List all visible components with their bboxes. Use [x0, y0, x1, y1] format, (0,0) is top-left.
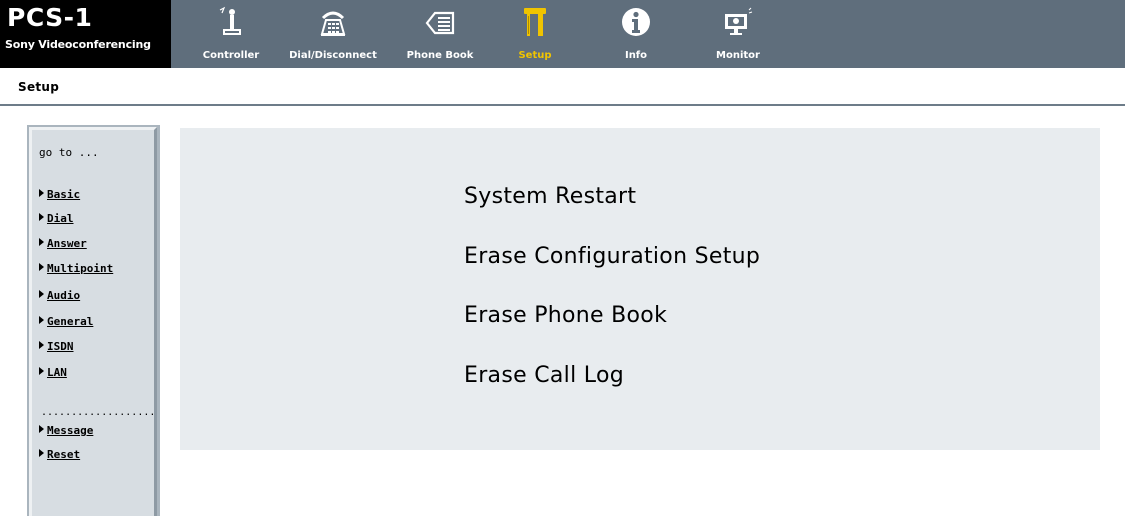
brand-title: PCS-1 [7, 3, 93, 32]
sidebar-item-lan[interactable]: LAN [39, 366, 67, 382]
triangle-right-icon [39, 238, 44, 246]
system-restart-button[interactable]: System Restart [464, 184, 636, 209]
phone-book-icon [425, 11, 455, 35]
sidebar-item-label[interactable]: Multipoint [47, 262, 113, 275]
sidebar-item-label[interactable]: ISDN [47, 340, 74, 353]
sidebar-item-general[interactable]: General [39, 315, 93, 331]
sidebar-item-label[interactable]: Basic [47, 188, 80, 201]
triangle-right-icon [39, 213, 44, 221]
sidebar-item-basic[interactable]: Basic [39, 188, 80, 204]
triangle-right-icon [39, 367, 44, 375]
triangle-right-icon [39, 316, 44, 324]
nav-label: Phone Book [406, 50, 474, 61]
info-icon [622, 8, 650, 36]
sidebar-item-label[interactable]: Dial [47, 212, 74, 225]
main-panel: System Restart Erase Configuration Setup… [180, 128, 1100, 450]
erase-configuration-setup-button[interactable]: Erase Configuration Setup [464, 244, 760, 269]
nav-label: Setup [518, 50, 552, 61]
nav-monitor[interactable]: Monitor [703, 0, 773, 68]
sidebar-item-multipoint[interactable]: Multipoint [39, 262, 113, 278]
brand-block: PCS-1 Sony Videoconferencing [0, 0, 171, 68]
nav-label: Controller [202, 50, 260, 61]
monitor-icon [725, 7, 753, 35]
controller-icon [219, 6, 241, 35]
triangle-right-icon [39, 449, 44, 457]
dial-icon [320, 11, 346, 36]
page-title: Setup [18, 80, 60, 94]
nav-setup[interactable]: Setup [505, 0, 565, 68]
top-nav-bar: PCS-1 Sony Videoconferencing Controller … [0, 0, 1125, 68]
triangle-right-icon [39, 189, 44, 197]
triangle-right-icon [39, 341, 44, 349]
sidebar-item-answer[interactable]: Answer [39, 237, 87, 253]
nav-label: Monitor [716, 50, 760, 61]
sidebar-item-label[interactable]: Audio [47, 289, 80, 302]
sidebar-item-isdn[interactable]: ISDN [39, 340, 74, 356]
sidebar-heading: go to ... [39, 146, 99, 159]
erase-phone-book-button[interactable]: Erase Phone Book [464, 303, 667, 328]
nav-info[interactable]: Info [606, 0, 666, 68]
setup-icon [524, 8, 546, 36]
erase-call-log-button[interactable]: Erase Call Log [464, 363, 624, 388]
triangle-right-icon [39, 290, 44, 298]
sidebar-item-label[interactable]: General [47, 315, 93, 328]
sidebar-item-label[interactable]: Message [47, 424, 93, 437]
sidebar-item-dial[interactable]: Dial [39, 212, 74, 228]
sidebar-item-reset[interactable]: Reset [39, 448, 80, 464]
title-divider [0, 104, 1125, 106]
sidebar-item-audio[interactable]: Audio [39, 289, 80, 305]
nav-controller[interactable]: Controller [196, 0, 266, 68]
triangle-right-icon [39, 263, 44, 271]
nav-phone-book[interactable]: Phone Book [400, 0, 480, 68]
nav-label: Info [624, 50, 648, 61]
nav-label: Dial/Disconnect [289, 50, 377, 61]
sidebar-item-label[interactable]: Answer [47, 237, 87, 250]
nav-dial-disconnect[interactable]: Dial/Disconnect [283, 0, 383, 68]
sidebar: go to ... Basic Dial Answer Multipoint A… [29, 127, 157, 516]
sidebar-separator: ................... [41, 407, 156, 418]
brand-subtitle: Sony Videoconferencing [5, 38, 151, 51]
sidebar-item-label[interactable]: LAN [47, 366, 67, 379]
triangle-right-icon [39, 425, 44, 433]
sidebar-item-message[interactable]: Message [39, 424, 93, 440]
sidebar-item-label[interactable]: Reset [47, 448, 80, 461]
